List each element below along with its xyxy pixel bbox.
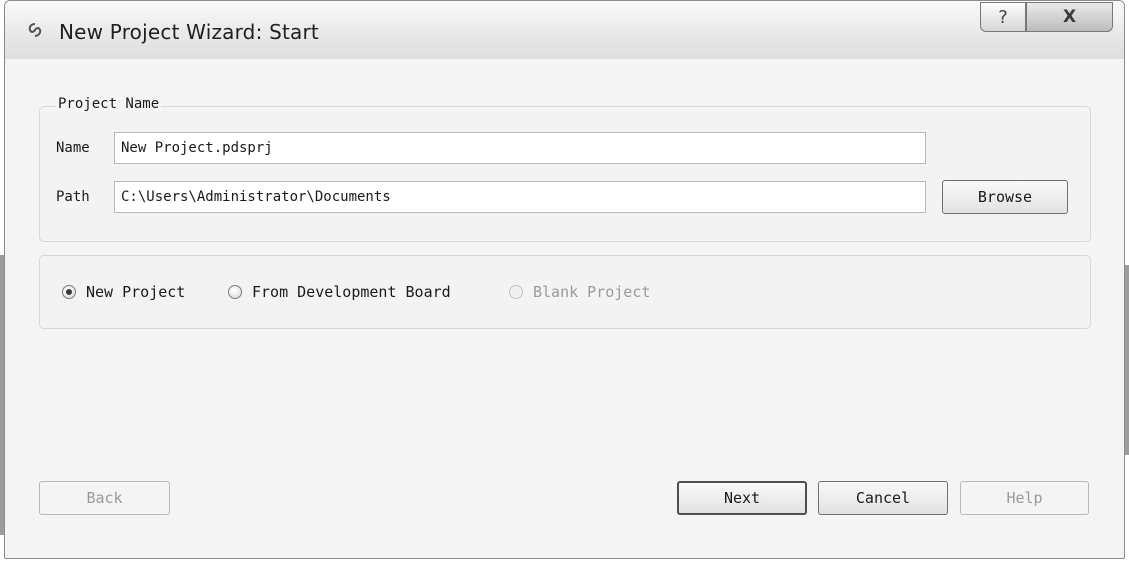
project-name-legend: Project Name bbox=[56, 96, 162, 112]
path-input[interactable] bbox=[114, 181, 926, 213]
help-button: Help bbox=[960, 481, 1089, 515]
next-button[interactable]: Next bbox=[677, 481, 807, 515]
help-title-button[interactable]: ? bbox=[980, 2, 1026, 32]
app-icon bbox=[28, 23, 42, 37]
name-input[interactable] bbox=[114, 132, 926, 164]
title-bar[interactable]: New Project Wizard: Start ? X bbox=[5, 1, 1124, 60]
wizard-dialog: New Project Wizard: Start ? X Project Na… bbox=[4, 0, 1125, 559]
project-name-group: Project Name Name Path Browse bbox=[39, 96, 1091, 242]
radio-disabled-icon bbox=[509, 285, 523, 299]
radio-from-development-board[interactable]: From Development Board bbox=[228, 283, 451, 301]
path-label: Path bbox=[56, 189, 90, 205]
name-label: Name bbox=[56, 140, 90, 156]
browse-button[interactable]: Browse bbox=[942, 180, 1068, 214]
cancel-button[interactable]: Cancel bbox=[818, 481, 948, 515]
radio-from-development-board-label: From Development Board bbox=[252, 283, 451, 301]
radio-new-project-label: New Project bbox=[86, 283, 186, 301]
radio-checked-icon bbox=[62, 285, 76, 299]
back-button: Back bbox=[39, 481, 170, 515]
radio-unchecked-icon bbox=[228, 285, 242, 299]
close-button[interactable]: X bbox=[1026, 2, 1113, 32]
radio-blank-project-label: Blank Project bbox=[533, 283, 651, 301]
background-edge-right bbox=[1125, 265, 1129, 455]
help-icon: ? bbox=[998, 6, 1008, 28]
project-type-group: New Project From Development Board Blank… bbox=[39, 255, 1091, 329]
dialog-content: Project Name Name Path Browse New Projec… bbox=[5, 59, 1124, 558]
radio-new-project[interactable]: New Project bbox=[62, 283, 185, 301]
radio-blank-project: Blank Project bbox=[509, 283, 650, 301]
window-title: New Project Wizard: Start bbox=[59, 20, 319, 44]
close-icon: X bbox=[1062, 7, 1077, 27]
